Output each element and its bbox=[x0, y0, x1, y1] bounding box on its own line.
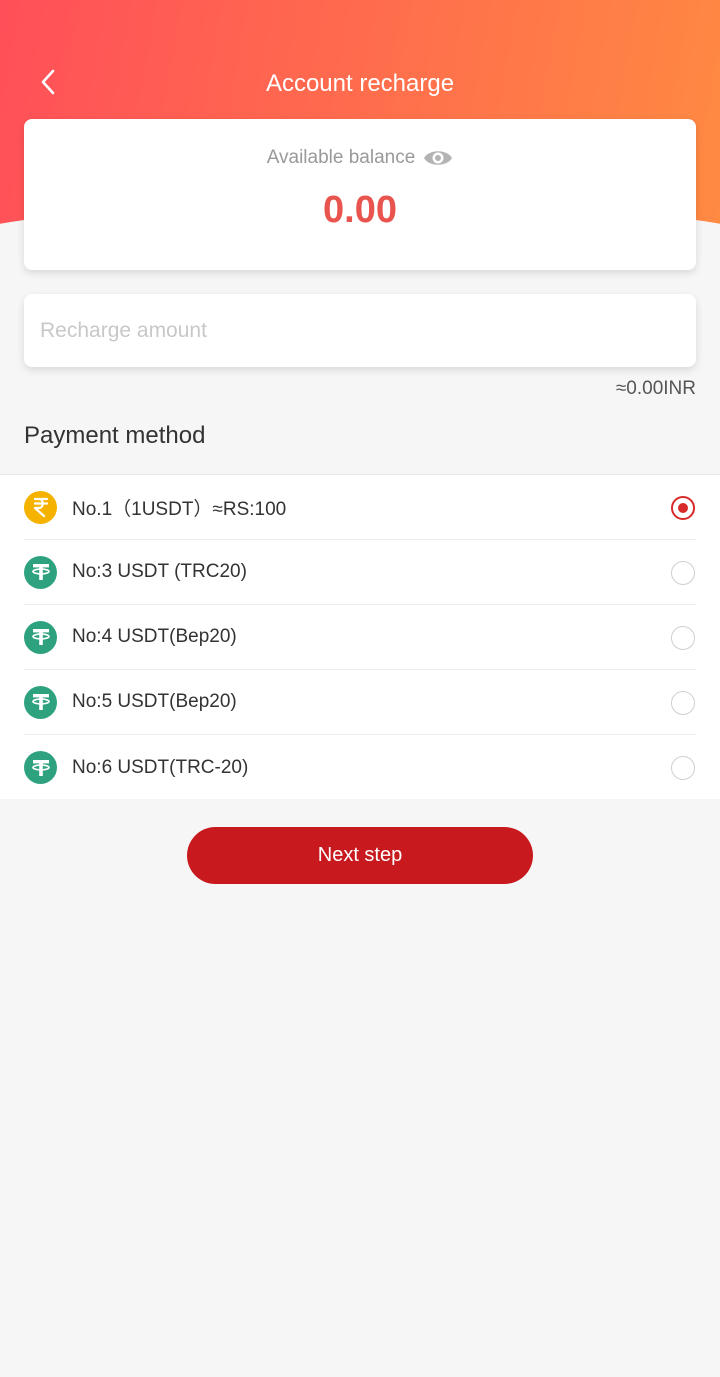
balance-label-row: Available balance bbox=[24, 147, 696, 169]
payment-method-label: No:5 USDT(Bep20) bbox=[72, 691, 237, 712]
payment-method-label: No:3 USDT (TRC20) bbox=[72, 561, 247, 582]
payment-method-item[interactable]: No.1（1USDT）≈RS:100 bbox=[24, 475, 696, 540]
tether-icon bbox=[24, 620, 57, 654]
payment-method-list: No.1（1USDT）≈RS:100 No:3 USDT (TRC20) No:… bbox=[0, 474, 720, 799]
rupee-coin-icon bbox=[24, 490, 57, 524]
balance-label: Available balance bbox=[266, 147, 416, 168]
payment-method-item[interactable]: No:3 USDT (TRC20) bbox=[24, 540, 696, 605]
payment-method-title: Payment method bbox=[24, 422, 206, 449]
eye-icon[interactable] bbox=[423, 147, 453, 169]
converted-amount: ≈0.00INR bbox=[615, 378, 696, 399]
next-step-button[interactable]: Next step bbox=[187, 827, 533, 884]
balance-value: 0.00 bbox=[323, 189, 397, 231]
payment-method-label: No.1（1USDT）≈RS:100 bbox=[72, 498, 287, 520]
radio-selected[interactable] bbox=[671, 496, 695, 520]
tether-icon bbox=[24, 555, 57, 589]
balance-card: Available balance 0.00 bbox=[24, 119, 696, 270]
tether-icon bbox=[24, 685, 57, 719]
payment-method-label: No:4 USDT(Bep20) bbox=[72, 626, 237, 647]
tether-icon bbox=[24, 751, 57, 784]
payment-method-item[interactable]: No:6 USDT(TRC-20) bbox=[24, 735, 696, 800]
payment-method-item[interactable]: No:4 USDT(Bep20) bbox=[24, 605, 696, 670]
radio-unselected[interactable] bbox=[671, 561, 695, 585]
radio-unselected[interactable] bbox=[671, 756, 695, 780]
recharge-page: Account recharge Available balance 0.00 … bbox=[0, 0, 720, 1377]
recharge-amount-input[interactable] bbox=[40, 294, 680, 367]
payment-method-label: No:6 USDT(TRC-20) bbox=[72, 756, 249, 778]
radio-unselected[interactable] bbox=[671, 626, 695, 650]
radio-unselected[interactable] bbox=[671, 691, 695, 715]
page-title: Account recharge bbox=[265, 70, 455, 97]
recharge-amount-card bbox=[24, 294, 696, 367]
payment-method-item[interactable]: No:5 USDT(Bep20) bbox=[24, 670, 696, 735]
